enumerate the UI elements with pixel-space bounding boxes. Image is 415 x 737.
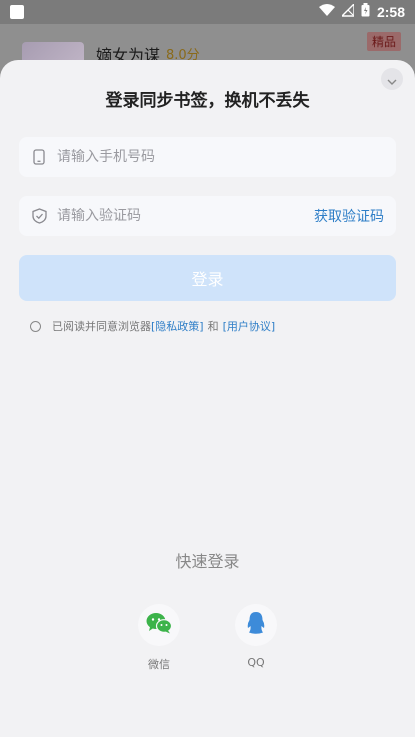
- sheet-title: 登录同步书签，换机不丢失: [105, 91, 310, 111]
- wechat-login-button[interactable]: 微信: [129, 604, 189, 672]
- user-agreement-link[interactable]: [用户协议]: [223, 318, 276, 334]
- code-input[interactable]: [57, 208, 314, 224]
- app-notification-icon: [10, 5, 24, 19]
- agreement-and: 和: [207, 320, 219, 333]
- login-button[interactable]: 登录: [19, 255, 396, 301]
- qq-icon: [246, 611, 266, 639]
- agreement-row: 已阅读并同意浏览器 [隐私政策] 和 [用户协议]: [30, 318, 275, 334]
- wechat-icon: [146, 612, 173, 638]
- phone-icon: [31, 149, 47, 165]
- wechat-login-circle[interactable]: [138, 604, 180, 646]
- wifi-icon: [318, 3, 335, 21]
- phone-field[interactable]: [19, 137, 396, 177]
- wechat-label: 微信: [148, 658, 170, 671]
- get-code-button[interactable]: 获取验证码: [314, 206, 384, 226]
- quality-badge: 精品: [366, 32, 401, 51]
- code-field[interactable]: 获取验证码: [19, 196, 396, 236]
- battery-icon: [361, 3, 370, 21]
- agreement-text: 已阅读并同意浏览器: [52, 320, 151, 333]
- qq-login-circle[interactable]: [235, 604, 277, 646]
- agreement-checkbox[interactable]: [30, 320, 41, 332]
- screen: 2:58 嫡女为谋 8.0分 精品 登录同步书签，换机不丢失 获取验证码: [0, 0, 415, 737]
- status-bar: 2:58: [0, 0, 415, 24]
- privacy-policy-link[interactable]: [隐私政策]: [151, 318, 204, 334]
- signal-off-icon: [340, 1, 355, 21]
- phone-input[interactable]: [57, 149, 384, 165]
- qq-label: QQ: [247, 656, 265, 669]
- qq-login-button[interactable]: QQ: [226, 604, 286, 669]
- login-sheet: 登录同步书签，换机不丢失 获取验证码 登录 已阅读并同意浏览器 [隐私政策] 和…: [0, 60, 415, 737]
- status-time: 2:58: [376, 4, 405, 20]
- quick-login-title: 快速登录: [175, 552, 240, 571]
- shield-icon: [31, 208, 47, 224]
